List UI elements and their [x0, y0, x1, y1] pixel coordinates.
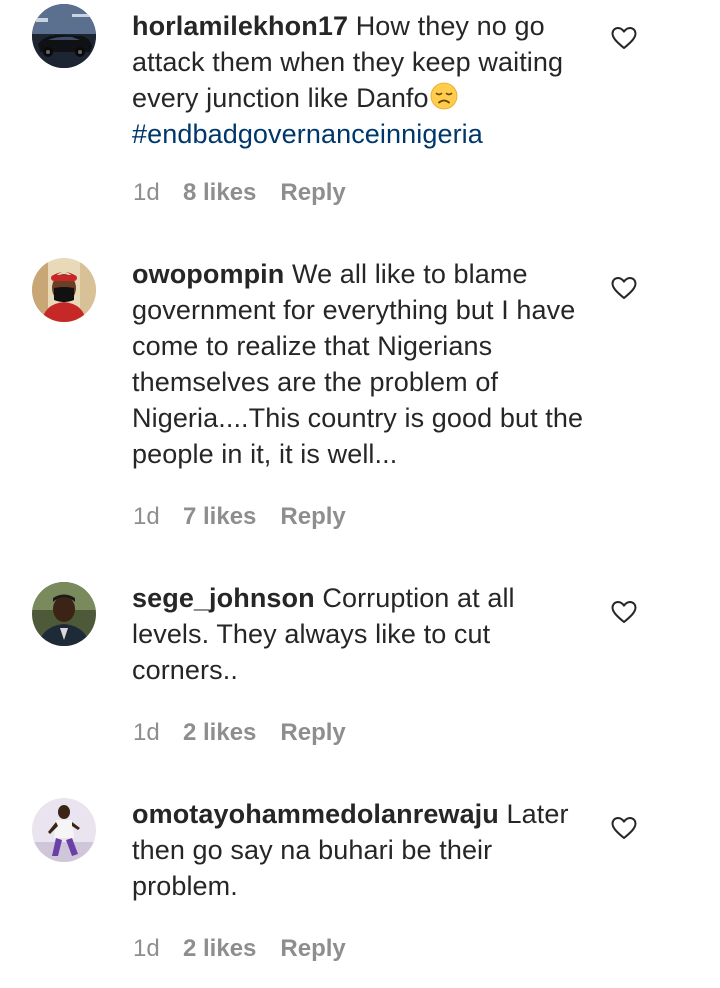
comment-text: We all like to blame government for ever…: [132, 259, 584, 469]
hashtag-link[interactable]: #endbadgovernanceinnigeria: [132, 119, 483, 149]
comment-likes-count[interactable]: 2 likes: [183, 718, 256, 748]
like-heart-icon[interactable]: [610, 598, 638, 626]
comment-username[interactable]: omotayohammedolanrewaju: [132, 799, 499, 829]
comment-body: owopompin We all like to blame governmen…: [132, 256, 592, 472]
comment-timestamp: 1d: [133, 719, 160, 746]
comment-username[interactable]: owopompin: [132, 259, 284, 289]
comment-meta: 1d 2 likes Reply: [133, 718, 346, 748]
comment-timestamp: 1d: [133, 935, 160, 962]
avatar-photo: [32, 4, 96, 68]
comment-meta: 1d 8 likes Reply: [133, 178, 346, 208]
comment-meta: 1d 7 likes Reply: [133, 502, 346, 532]
comment-body: sege_johnson Corruption at all levels. T…: [132, 580, 592, 688]
comment-username[interactable]: horlamilekhon17: [132, 11, 348, 41]
avatar[interactable]: [32, 4, 96, 68]
comment-timestamp: 1d: [133, 503, 160, 530]
avatar[interactable]: [32, 582, 96, 646]
avatar-photo: [32, 258, 96, 322]
reply-button[interactable]: Reply: [280, 178, 345, 208]
comment-likes-count[interactable]: 2 likes: [183, 934, 256, 964]
comment-meta: 1d 2 likes Reply: [133, 934, 346, 964]
comment-username[interactable]: sege_johnson: [132, 583, 315, 613]
avatar-photo: [32, 798, 96, 862]
like-heart-icon[interactable]: [610, 24, 638, 52]
avatar[interactable]: [32, 798, 96, 862]
reply-button[interactable]: Reply: [280, 934, 345, 964]
comment-timestamp: 1d: [133, 179, 160, 206]
avatar[interactable]: [32, 258, 96, 322]
comment-likes-count[interactable]: 7 likes: [183, 502, 256, 532]
comment-likes-count[interactable]: 8 likes: [183, 178, 256, 208]
disappointed-face-emoji-icon: [429, 81, 459, 111]
comment-body: horlamilekhon17 How they no go attack th…: [132, 8, 592, 152]
reply-button[interactable]: Reply: [280, 502, 345, 532]
like-heart-icon[interactable]: [610, 814, 638, 842]
comment-body: omotayohammedolanrewaju Later then go sa…: [132, 796, 592, 904]
like-heart-icon[interactable]: [610, 274, 638, 302]
reply-button[interactable]: Reply: [280, 718, 345, 748]
avatar-photo: [32, 582, 96, 646]
